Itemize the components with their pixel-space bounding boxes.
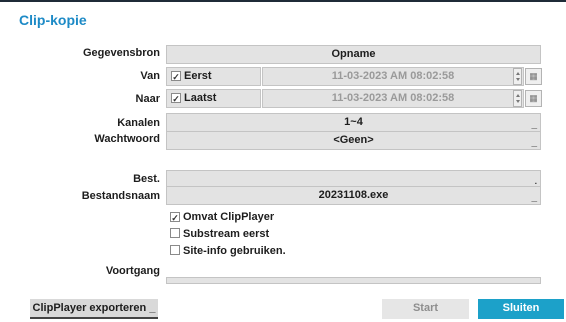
- destination-label: Best.: [133, 173, 160, 185]
- start-button[interactable]: Start: [382, 299, 469, 319]
- filename-label: Bestandsnaam: [81, 190, 160, 202]
- to-spinner-arrows-icon[interactable]: [513, 90, 522, 107]
- checkbox-empty-icon: [170, 245, 180, 255]
- password-value: <Geen>: [333, 134, 374, 146]
- channels-label: Kanalen: [117, 117, 160, 129]
- to-calendar-icon[interactable]: ▦: [525, 90, 542, 107]
- to-datetime-field[interactable]: 11-03-2023 AM 08:02:58: [262, 89, 524, 108]
- filename-field[interactable]: 20231108.exe _: [166, 186, 541, 205]
- checkmark-icon: ✓: [171, 71, 181, 82]
- password-field[interactable]: <Geen> _: [166, 131, 541, 150]
- source-label: Gegevensbron: [82, 47, 160, 59]
- progress-bar: [166, 277, 541, 284]
- checkmark-icon: ✓: [170, 212, 180, 223]
- from-spinner-arrows-icon[interactable]: [513, 68, 522, 85]
- to-last-checkbox[interactable]: ✓ Laatst: [166, 89, 261, 108]
- to-last-label: Laatst: [184, 92, 217, 104]
- from-first-label: Eerst: [184, 70, 212, 82]
- option-label: Site-info gebruiken.: [183, 245, 286, 257]
- password-edit-icon: _: [531, 137, 537, 148]
- from-datetime-field[interactable]: 11-03-2023 AM 08:02:58: [262, 67, 524, 86]
- filename-edit-icon: _: [531, 192, 537, 203]
- filename-value: 20231108.exe: [318, 189, 389, 201]
- export-clipplayer-button[interactable]: ClipPlayer exporteren _: [30, 299, 158, 319]
- export-button-label: ClipPlayer exporteren: [32, 302, 147, 314]
- dialog-title: Clip-kopie: [19, 12, 87, 28]
- window-top-border: [0, 0, 566, 2]
- source-field[interactable]: Opname: [166, 45, 541, 64]
- channels-field[interactable]: 1~4 _: [166, 113, 541, 132]
- checkmark-icon: ✓: [171, 93, 181, 104]
- option-label: Omvat ClipPlayer: [183, 211, 275, 223]
- checkbox-empty-icon: [170, 228, 180, 238]
- option-label: Substream eerst: [183, 228, 270, 240]
- password-label: Wachtwoord: [94, 133, 160, 145]
- to-label: Naar: [135, 93, 160, 105]
- option-substream-first[interactable]: Substream eerst: [170, 228, 269, 240]
- option-use-site-info[interactable]: Site-info gebruiken.: [170, 245, 286, 257]
- close-button[interactable]: Sluiten: [478, 299, 564, 319]
- channels-edit-icon: _: [531, 119, 537, 130]
- from-calendar-icon[interactable]: ▦: [525, 68, 542, 85]
- from-first-checkbox[interactable]: ✓ Eerst: [166, 67, 261, 86]
- channels-value: 1~4: [344, 116, 363, 128]
- from-label: Van: [140, 70, 160, 82]
- option-include-clipplayer[interactable]: ✓ Omvat ClipPlayer: [170, 211, 274, 223]
- progress-label: Voortgang: [105, 265, 160, 277]
